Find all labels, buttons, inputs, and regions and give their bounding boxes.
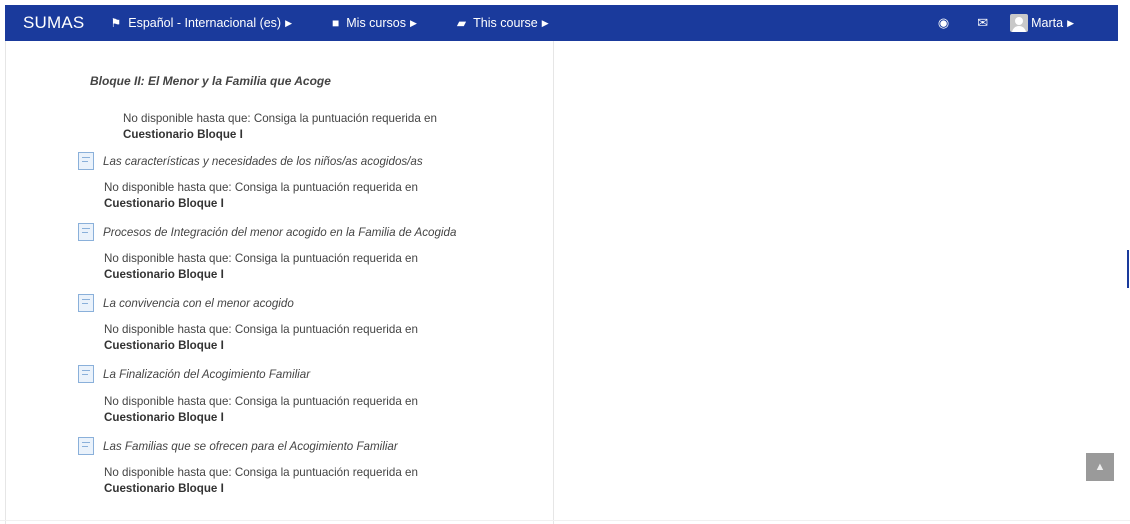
page-icon xyxy=(78,223,94,241)
page-icon xyxy=(78,152,94,170)
language-menu[interactable]: ⚑ Español - Internacional (es) ▶ xyxy=(110,16,292,30)
activity-page-1[interactable]: Las características y necesidades de los… xyxy=(78,152,423,170)
activity-restriction-3: No disponible hasta que: Consiga la punt… xyxy=(104,322,418,354)
envelope-icon[interactable]: ✉ xyxy=(977,15,988,31)
restriction-quiz-name: Cuestionario Bloque I xyxy=(104,268,224,281)
this-course-menu[interactable]: ▰ This course ▶ xyxy=(457,16,549,30)
site-brand[interactable]: SUMAS xyxy=(23,13,84,33)
page-icon xyxy=(78,437,94,455)
top-navbar: SUMAS ⚑ Español - Internacional (es) ▶ ■… xyxy=(5,5,1118,41)
my-courses-menu[interactable]: ■ Mis cursos ▶ xyxy=(332,16,417,30)
briefcase-icon: ■ xyxy=(332,16,340,30)
restriction-quiz-name: Cuestionario Bloque I xyxy=(104,411,224,424)
footer-divider xyxy=(0,520,1130,521)
activity-name: Las Familias que se ofrecen para el Acog… xyxy=(103,439,398,453)
activity-name: La convivencia con el menor acogido xyxy=(103,296,294,310)
drawer-edge-marker xyxy=(1127,250,1129,288)
flag-icon: ⚑ xyxy=(110,16,122,30)
my-courses-label: Mis cursos xyxy=(346,16,406,30)
chevron-up-icon: ▲ xyxy=(1094,461,1106,473)
restriction-text: No disponible hasta que: Consiga la punt… xyxy=(123,112,437,125)
restriction-quiz-name: Cuestionario Bloque I xyxy=(104,482,224,495)
section-title: Bloque II: El Menor y la Familia que Aco… xyxy=(90,74,331,88)
section-restriction: No disponible hasta que: Consiga la punt… xyxy=(123,111,437,143)
caret-right-icon: ▶ xyxy=(285,17,293,28)
page-icon xyxy=(78,294,94,312)
user-menu[interactable]: Marta ▶ xyxy=(1010,14,1074,32)
caret-right-icon: ▶ xyxy=(541,17,549,28)
book-icon: ▰ xyxy=(456,16,467,30)
restriction-quiz-name: Cuestionario Bloque I xyxy=(104,197,224,210)
page-icon xyxy=(78,365,94,383)
caret-right-icon: ▶ xyxy=(1067,17,1074,28)
activity-name: Las características y necesidades de los… xyxy=(103,154,423,168)
activity-name: La Finalización del Acogimiento Familiar xyxy=(103,367,311,381)
back-to-top-button[interactable]: ▲ xyxy=(1086,453,1114,481)
activity-restriction-4: No disponible hasta que: Consiga la punt… xyxy=(104,394,418,426)
this-course-label: This course xyxy=(473,16,538,30)
avatar xyxy=(1010,14,1029,32)
restriction-text: No disponible hasta que: Consiga la punt… xyxy=(104,181,418,194)
restriction-text: No disponible hasta que: Consiga la punt… xyxy=(104,395,418,408)
language-label: Español - Internacional (es) xyxy=(128,16,282,30)
restriction-text: No disponible hasta que: Consiga la punt… xyxy=(104,252,418,265)
caret-right-icon: ▶ xyxy=(410,17,417,28)
restriction-text: No disponible hasta que: Consiga la punt… xyxy=(104,466,418,479)
user-name: Marta xyxy=(1031,16,1064,30)
restriction-quiz-name: Cuestionario Bloque I xyxy=(123,128,243,141)
restriction-text: No disponible hasta que: Consiga la punt… xyxy=(104,323,418,336)
activity-restriction-1: No disponible hasta que: Consiga la punt… xyxy=(104,180,418,212)
target-icon[interactable]: ◉ xyxy=(938,15,949,31)
activity-page-3[interactable]: La convivencia con el menor acogido xyxy=(78,294,294,312)
restriction-quiz-name: Cuestionario Bloque I xyxy=(104,339,224,352)
activity-page-2[interactable]: Procesos de Integración del menor acogid… xyxy=(78,223,456,241)
activity-restriction-5: No disponible hasta que: Consiga la punt… xyxy=(104,465,418,497)
activity-page-5[interactable]: Las Familias que se ofrecen para el Acog… xyxy=(78,437,398,455)
activity-page-4[interactable]: La Finalización del Acogimiento Familiar xyxy=(78,365,310,383)
activity-restriction-2: No disponible hasta que: Consiga la punt… xyxy=(104,251,418,283)
navbar-right-group: ◉ ✉ Marta ▶ xyxy=(910,14,1074,32)
activity-name: Procesos de Integración del menor acogid… xyxy=(103,225,457,239)
